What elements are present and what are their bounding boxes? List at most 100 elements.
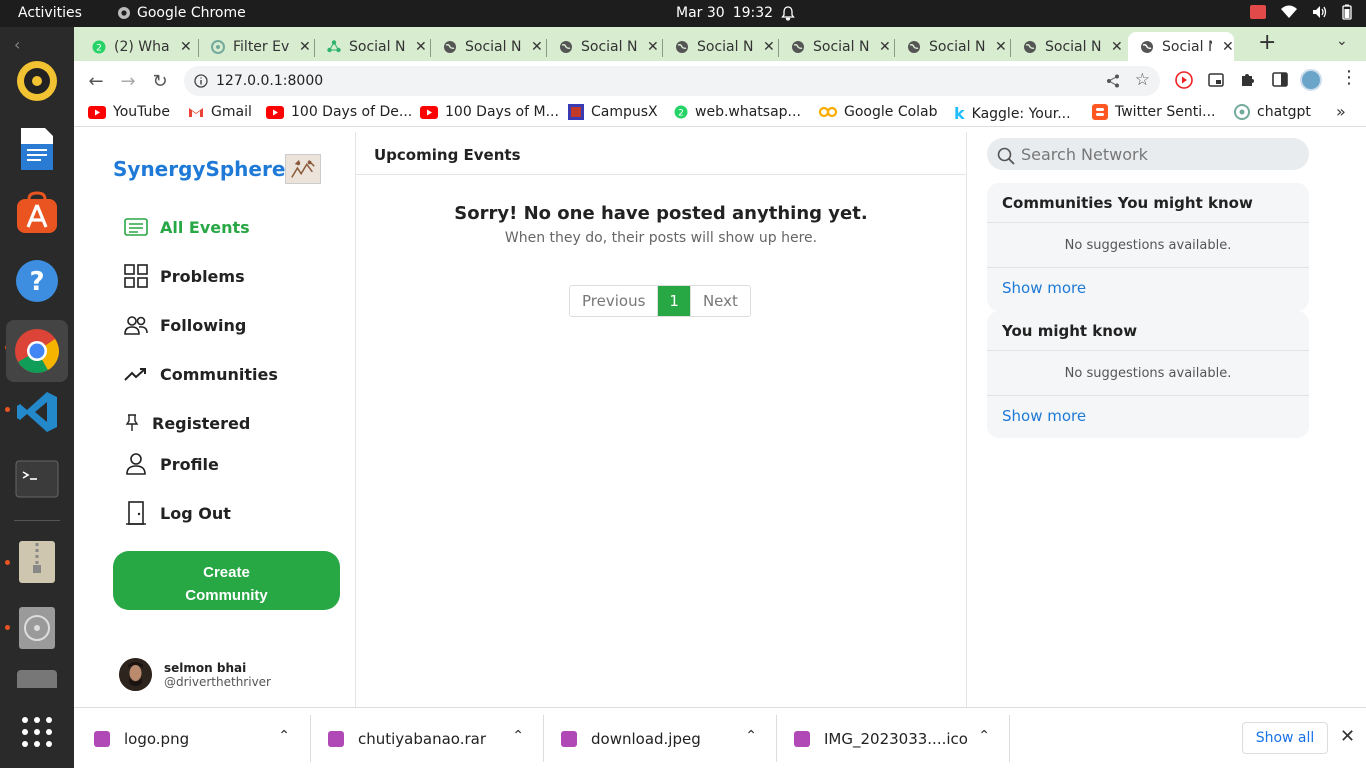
- bookmark-whatsapp[interactable]: 2 web.whatsap...: [674, 104, 801, 120]
- show-more-communities-link[interactable]: Show more: [987, 268, 1309, 308]
- tab-close-icon[interactable]: ✕: [415, 39, 427, 55]
- tab-1[interactable]: Filter Ev ✕: [211, 32, 311, 61]
- download-item[interactable]: IMG_2023033....ico ⌃: [794, 708, 1006, 768]
- app-center-icon[interactable]: [14, 190, 60, 236]
- search-input[interactable]: [1021, 142, 1291, 166]
- bookmark-youtube[interactable]: YouTube: [88, 104, 170, 120]
- chrome-dock-icon[interactable]: [6, 320, 68, 382]
- bookmark-kaggle[interactable]: k Kaggle: Your...: [954, 104, 1071, 123]
- close-icon[interactable]: ✕: [1340, 726, 1355, 747]
- libreoffice-writer-icon[interactable]: [14, 126, 60, 172]
- rhythmbox-icon[interactable]: [14, 58, 60, 104]
- card-title: You might know: [987, 311, 1309, 351]
- previous-page-button[interactable]: Previous: [570, 286, 658, 316]
- tab-3[interactable]: Social N ✕: [443, 32, 543, 61]
- kaggle-icon: k: [954, 104, 965, 123]
- bookmark-label: YouTube: [113, 104, 170, 120]
- tab-6[interactable]: Social N ✕: [791, 32, 891, 61]
- nav-problems[interactable]: Problems: [124, 264, 245, 288]
- download-item[interactable]: download.jpeg ⌃: [561, 708, 773, 768]
- bookmark-gmail[interactable]: Gmail: [188, 104, 252, 120]
- tab-title: Filter Ev: [233, 38, 289, 55]
- chevron-up-icon[interactable]: ⌃: [978, 728, 990, 744]
- nav-registered[interactable]: Registered: [124, 411, 250, 435]
- show-more-people-link[interactable]: Show more: [987, 396, 1309, 436]
- tab-title: (2) Wha: [114, 38, 170, 55]
- bookmark-chatgpt[interactable]: chatgpt: [1234, 104, 1311, 120]
- current-page-button[interactable]: 1: [657, 286, 690, 316]
- show-apps-icon[interactable]: [14, 709, 60, 755]
- bookmark-100-days-m[interactable]: 100 Days of M...: [420, 104, 559, 120]
- globe-icon: [444, 40, 456, 53]
- app-menu[interactable]: Google Chrome: [117, 5, 246, 21]
- more-bookmarks-icon[interactable]: »: [1336, 102, 1346, 121]
- side-panel-icon[interactable]: [1272, 72, 1288, 87]
- profile-avatar-icon[interactable]: [1300, 69, 1322, 91]
- next-page-button[interactable]: Next: [689, 286, 750, 316]
- tab-0[interactable]: 2 (2) Wha ✕: [92, 32, 192, 61]
- youtube-extension-icon[interactable]: [1175, 71, 1193, 89]
- forward-icon[interactable]: →: [118, 71, 138, 92]
- bookmark-100-days-de[interactable]: 100 Days of De...: [266, 104, 412, 120]
- svg-text:2: 2: [678, 109, 684, 119]
- back-icon[interactable]: ←: [86, 71, 106, 92]
- user-card[interactable]: selmon bhai @driverthethriver: [119, 658, 271, 691]
- picture-in-picture-icon[interactable]: [1208, 73, 1224, 87]
- tab-close-icon[interactable]: ✕: [180, 39, 192, 55]
- blogger-icon: [1092, 104, 1108, 120]
- bookmark-label: Twitter Senti...: [1115, 104, 1216, 120]
- tab-2[interactable]: Social N ✕: [327, 32, 427, 61]
- create-community-button[interactable]: Create Community: [113, 551, 340, 610]
- bookmark-campusx[interactable]: CampusX: [568, 104, 658, 120]
- reload-icon[interactable]: ↻: [150, 71, 170, 92]
- vscode-icon[interactable]: [14, 389, 60, 435]
- extensions-icon[interactable]: [1240, 71, 1256, 87]
- disc-burner-icon[interactable]: [14, 605, 60, 651]
- people-icon: [124, 313, 148, 337]
- tab-8[interactable]: Social N ✕: [1023, 32, 1123, 61]
- system-tray[interactable]: [1250, 4, 1352, 20]
- url-text: 127.0.0.1:8000: [216, 73, 324, 89]
- tab-scroll-left-icon[interactable]: ‹: [14, 35, 20, 54]
- tab-4[interactable]: Social N ✕: [559, 32, 659, 61]
- help-icon[interactable]: ?: [14, 258, 60, 304]
- download-item[interactable]: logo.png ⌃: [94, 708, 306, 768]
- tab-close-icon[interactable]: ✕: [531, 39, 543, 55]
- tab-close-icon[interactable]: ✕: [995, 39, 1007, 55]
- nav-profile[interactable]: Profile: [124, 452, 219, 476]
- bookmark-star-icon[interactable]: ☆: [1135, 70, 1150, 90]
- clock[interactable]: Mar 30 19:32: [676, 5, 795, 21]
- chevron-up-icon[interactable]: ⌃: [278, 728, 290, 744]
- terminal-icon[interactable]: [14, 456, 60, 502]
- tab-close-icon[interactable]: ✕: [763, 39, 775, 55]
- activities-button[interactable]: Activities: [18, 5, 82, 21]
- globe-icon: [676, 40, 688, 53]
- drive-icon[interactable]: [14, 669, 60, 689]
- bookmark-label: Google Colab: [844, 104, 938, 120]
- show-all-downloads-button[interactable]: Show all: [1242, 722, 1328, 754]
- tab-close-icon[interactable]: ✕: [647, 39, 659, 55]
- tab-close-icon[interactable]: ✕: [879, 39, 891, 55]
- tab-close-icon[interactable]: ✕: [299, 39, 311, 55]
- nav-logout[interactable]: Log Out: [124, 501, 231, 525]
- tab-close-icon[interactable]: ✕: [1222, 39, 1234, 55]
- chevron-up-icon[interactable]: ⌃: [745, 728, 757, 744]
- share-icon[interactable]: [1106, 74, 1120, 88]
- archive-manager-icon[interactable]: [14, 539, 60, 585]
- tab-close-icon[interactable]: ✕: [1111, 39, 1123, 55]
- nav-communities[interactable]: Communities: [124, 362, 278, 386]
- download-item[interactable]: chutiyabanao.rar ⌃: [328, 708, 540, 768]
- tab-search-icon[interactable]: ⌄: [1336, 33, 1348, 49]
- chrome-menu-icon[interactable]: ⋮: [1340, 69, 1358, 87]
- new-tab-icon[interactable]: +: [1258, 30, 1276, 55]
- tab-9-active[interactable]: Social N ✕: [1128, 32, 1234, 61]
- bookmark-twitter-senti[interactable]: Twitter Senti...: [1092, 104, 1215, 120]
- bookmark-colab[interactable]: Google Colab: [819, 104, 938, 120]
- tab-5[interactable]: Social N ✕: [675, 32, 775, 61]
- brand-logo[interactable]: SynergySphere: [113, 154, 322, 184]
- nav-all-events[interactable]: All Events: [124, 215, 250, 239]
- tab-7[interactable]: Social N ✕: [907, 32, 1007, 61]
- chevron-up-icon[interactable]: ⌃: [512, 728, 524, 744]
- address-bar[interactable]: 127.0.0.1:8000 ☆: [184, 66, 1160, 96]
- nav-following[interactable]: Following: [124, 313, 246, 337]
